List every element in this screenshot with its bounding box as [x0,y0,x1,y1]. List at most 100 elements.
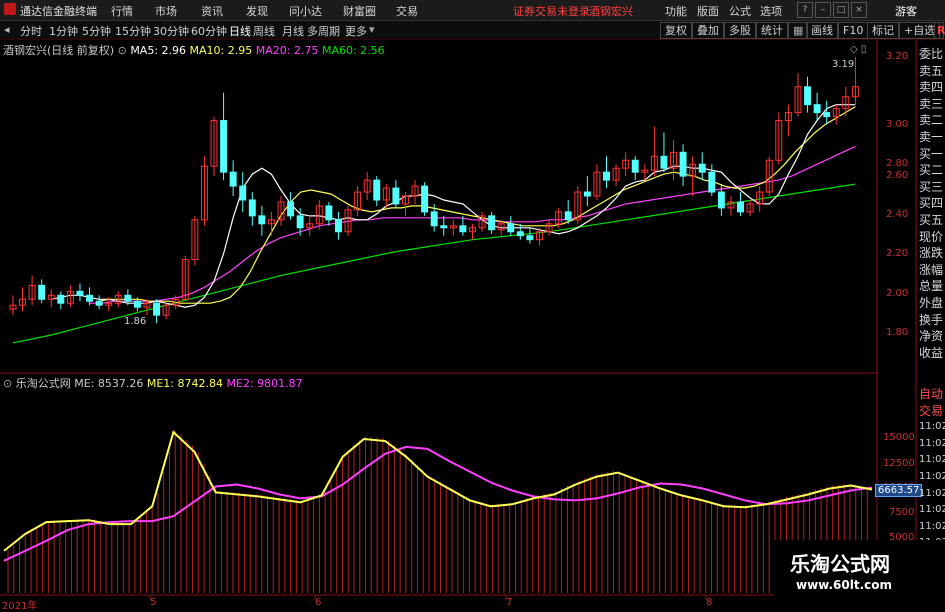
menu-discover[interactable]: 发现 [246,3,268,19]
candle-body [708,171,716,193]
close-icon[interactable]: × [851,2,867,18]
ma-settings-icon[interactable]: ⊙ [118,44,127,57]
candle-body [564,211,572,221]
adjust-button[interactable]: 复权 [660,22,692,39]
menu-formula[interactable]: 公式 [729,3,751,19]
candle-body [86,294,94,302]
candle-body [488,215,496,231]
tab-period-weekly[interactable]: 周线 [253,23,275,39]
quote-item: 委比 [919,47,944,61]
menu-trade[interactable]: 交易 [396,3,418,19]
indicator-lines [3,430,873,562]
menu-news[interactable]: 资讯 [201,3,223,19]
quote-item: 涨幅 [919,262,944,277]
guest-user[interactable]: 游客 [895,3,917,19]
login-warning[interactable]: 证券交易未登录 [513,3,590,19]
trade-label[interactable]: 交易 [919,403,945,420]
candle-body [603,171,610,181]
quote-item: 换手 [919,312,944,327]
tab-period-5min[interactable]: 5分钟 [82,23,111,39]
tab-period-1min[interactable]: 1分钟 [49,23,78,39]
candle-body [239,185,247,201]
candle-body [38,284,46,300]
candlestick-series [9,57,859,324]
more-chevron-icon[interactable]: ▾ [369,23,375,36]
tab-period-monthly[interactable]: 月线 [282,23,304,39]
y-label-2.60: 2.60 [886,170,909,181]
tick-time: 11:02 [919,504,945,516]
menu-community[interactable]: 财富圈 [343,3,376,19]
menu-bar: 通达信金融终端 行情 市场 资讯 发现 问小达 财富圈 交易 证券交易未登录 酒… [0,0,945,21]
y-label-3.20: 3.20 [886,51,909,62]
quote-item: 买四 [919,196,944,211]
y-label-1.80: 1.80 [886,327,909,338]
candle-body [57,294,65,304]
f10-button[interactable]: F10 [838,22,869,39]
candle-body [660,155,668,169]
date-label-may: 5 [150,597,157,608]
price-panel-title: 酒钢宏兴(日线 前复权) [3,44,115,57]
date-label-aug: 8 [706,597,713,608]
quote-item: 买一 [919,146,944,161]
tab-period-60min[interactable]: 60分钟 [191,23,227,39]
quote-item: 买三 [919,179,944,194]
tab-multi-period[interactable]: 多周期 [307,23,340,39]
candle-body [679,151,687,177]
trade-time-list: 自动 交易 11:02 11:02 11:02 11:02 11:02 11:0… [919,386,945,552]
r-badge[interactable]: R [934,22,945,39]
quote-item: 卖三 [919,96,944,111]
quote-item: 卖四 [919,80,944,95]
candle-body [440,225,448,229]
me1-line [3,430,873,552]
chart-options-icon[interactable]: ◇ ▯ [850,44,866,55]
candle-body [583,191,591,197]
restore-icon[interactable]: □ [833,2,849,18]
draw-line-button[interactable]: 画线 [806,22,838,39]
date-label-jul: 7 [506,597,513,608]
toolbar-expand-icon[interactable]: ◂ [4,23,10,36]
watermark-name: 乐淘公式网 [790,552,890,576]
indicator-panel-header: ⊙ 乐淘公式网 ME: 8537.26 ME1: 8742.84 ME2: 98… [3,375,303,391]
app-title: 通达信金融终端 [20,5,97,18]
quote-item: 总量 [919,279,944,294]
menu-ask[interactable]: 问小达 [289,3,322,19]
me-value: ME: 8537.26 [74,377,144,390]
indicator-settings-icon[interactable]: ⊙ [3,377,12,390]
candle-body [737,201,744,213]
menu-quotes[interactable]: 行情 [111,3,133,19]
tab-period-intraday[interactable]: 分时 [20,23,42,39]
candle-body [258,215,266,225]
candle-body [507,223,515,233]
help-icon[interactable]: ? [797,2,813,18]
minimize-icon[interactable]: – [815,2,831,18]
tab-period-15min[interactable]: 15分钟 [115,23,151,39]
candle-body [124,294,132,302]
watermark-box: 乐淘公式网 www.60lt.com [774,540,945,609]
mark-button[interactable]: 标记 [867,22,899,39]
multi-stock-button[interactable]: 多股 [724,22,756,39]
overlay-button[interactable]: 叠加 [692,22,724,39]
menu-functions[interactable]: 功能 [665,3,687,19]
ind-y-label-12500: 12500 [883,458,915,469]
quote-item: 买五 [919,212,944,227]
candle-body [392,187,400,205]
quote-item: 卖一 [919,129,944,144]
tab-period-30min[interactable]: 30分钟 [153,23,189,39]
tab-more[interactable]: 更多 [345,23,367,39]
menu-market[interactable]: 市场 [155,3,177,19]
menu-layout[interactable]: 版面 [697,3,719,19]
menu-options[interactable]: 选项 [760,3,782,19]
candle-body [823,112,831,118]
me2-line [3,445,873,562]
auto-trade-label[interactable]: 自动 [919,386,945,403]
candle-body [133,300,141,308]
candle-body [287,201,295,217]
candle-body [296,215,304,229]
ma60-value: MA60: 2.56 [321,44,385,57]
candle-body [373,179,381,201]
statistics-button[interactable]: 统计 [756,22,788,39]
quote-item: 买二 [919,163,944,178]
candle-body [421,185,429,213]
candle-body [76,290,84,296]
tab-period-daily[interactable]: 日线 [229,23,251,39]
